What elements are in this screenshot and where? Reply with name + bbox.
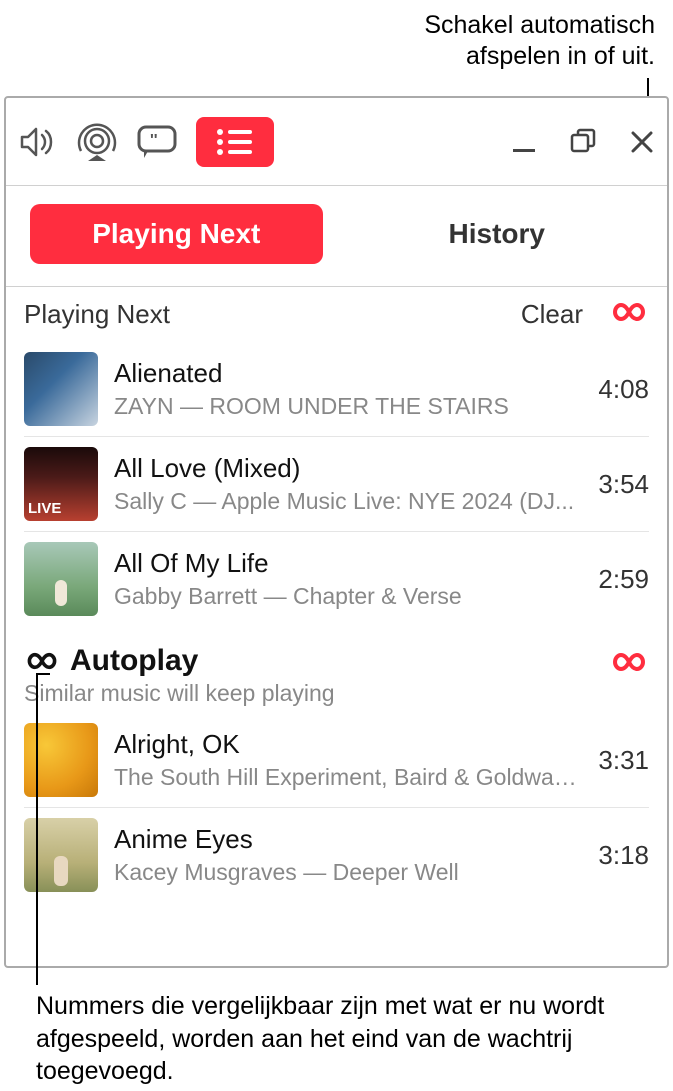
callout-autoplay-description: Nummers die vergelijkbaar zijn met wat e… [36,990,623,1088]
track-subtitle: Gabby Barrett — Chapter & Verse [114,583,582,610]
playing-next-header: Playing Next Clear [6,287,667,342]
track-row[interactable]: All Of My Life Gabby Barrett — Chapter &… [24,531,649,626]
track-subtitle: Sally C — Apple Music Live: NYE 2024 (DJ… [114,488,582,515]
infinity-icon [609,650,649,674]
queue-button[interactable] [196,117,274,167]
autoplay-toggle[interactable] [609,650,649,679]
queue-list-icon [214,127,256,157]
track-info: All Love (Mixed) Sally C — Apple Music L… [114,453,582,515]
autoplay-subtitle: Similar music will keep playing [24,680,335,707]
close-icon[interactable] [629,129,655,155]
callout-autoplay-toggle: Schakel automatischafspelen in of uit. [424,10,655,73]
track-subtitle: ZAYN — ROOM UNDER THE STAIRS [114,393,582,420]
track-duration: 4:08 [598,374,649,405]
track-title: All Love (Mixed) [114,453,582,484]
tab-playing-next[interactable]: Playing Next [30,204,323,264]
album-artwork [24,542,98,616]
track-title: Anime Eyes [114,824,582,855]
queue-tabs: Playing Next History [6,186,667,287]
infinity-icon [24,650,60,672]
track-info: All Of My Life Gabby Barrett — Chapter &… [114,548,582,610]
svg-text:'': '' [150,132,158,149]
track-subtitle: The South Hill Experiment, Baird & Goldw… [114,764,582,791]
track-duration: 3:31 [598,745,649,776]
autoplay-header-left: Autoplay Similar music will keep playing [24,644,335,707]
titlebar-left: '' [18,117,274,167]
section-title: Playing Next [24,299,170,330]
lyrics-icon[interactable]: '' [136,124,178,160]
autoplay-list: Alright, OK The South Hill Experiment, B… [6,713,667,902]
track-row[interactable]: Alright, OK The South Hill Experiment, B… [24,713,649,807]
infinity-icon [609,300,649,324]
track-row[interactable]: Alienated ZAYN — ROOM UNDER THE STAIRS 4… [24,342,649,436]
track-row[interactable]: All Love (Mixed) Sally C — Apple Music L… [24,436,649,531]
airplay-icon[interactable] [76,123,118,161]
autoplay-toggle[interactable] [609,300,649,329]
maximize-icon[interactable] [569,128,597,156]
track-title: Alienated [114,358,582,389]
album-artwork [24,447,98,521]
track-duration: 3:18 [598,840,649,871]
autoplay-title: Autoplay [70,644,198,678]
clear-button[interactable]: Clear [521,299,583,330]
track-title: All Of My Life [114,548,582,579]
autoplay-section-header: Autoplay Similar music will keep playing [6,626,667,713]
track-duration: 3:54 [598,469,649,500]
track-duration: 2:59 [598,564,649,595]
volume-icon[interactable] [18,125,58,159]
titlebar-right [511,128,655,156]
section-actions: Clear [521,299,649,330]
minimize-icon[interactable] [511,129,537,155]
track-info: Alienated ZAYN — ROOM UNDER THE STAIRS [114,358,582,420]
window-titlebar: '' [6,98,667,186]
album-artwork [24,352,98,426]
tab-history[interactable]: History [351,204,644,264]
autoplay-title-row: Autoplay [24,644,335,678]
track-info: Alright, OK The South Hill Experiment, B… [114,729,582,791]
track-title: Alright, OK [114,729,582,760]
track-subtitle: Kacey Musgraves — Deeper Well [114,859,582,886]
callout-line [36,673,38,985]
track-info: Anime Eyes Kacey Musgraves — Deeper Well [114,824,582,886]
queue-list: Alienated ZAYN — ROOM UNDER THE STAIRS 4… [6,342,667,626]
track-row[interactable]: Anime Eyes Kacey Musgraves — Deeper Well… [24,807,649,902]
queue-window: '' Playing Next History Playing Next Cle… [4,96,669,968]
